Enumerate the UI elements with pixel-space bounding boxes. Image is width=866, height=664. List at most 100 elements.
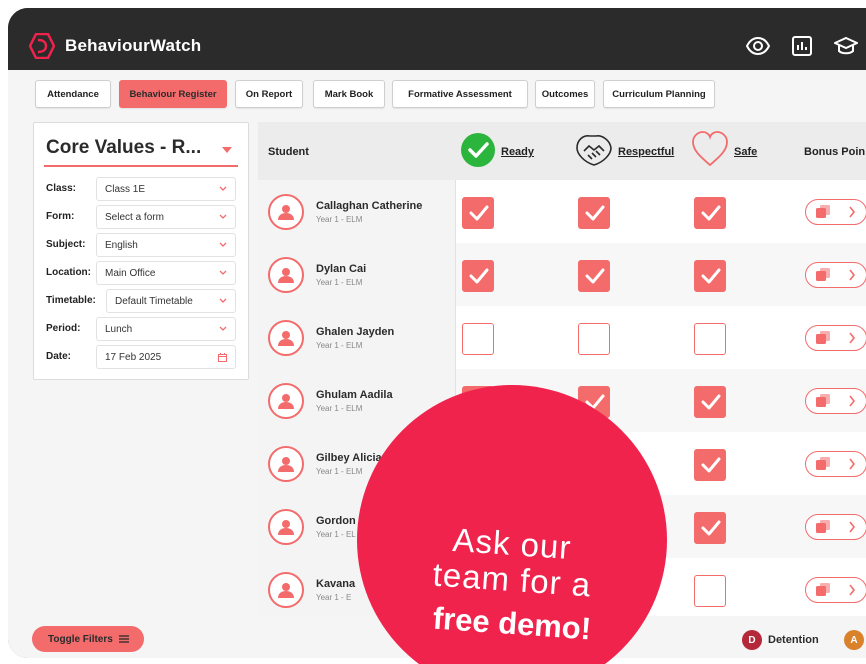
student-name[interactable]: Kavana: [316, 578, 355, 590]
safe-checkbox[interactable]: [694, 260, 726, 292]
filter-row-location: Location: Main Office: [34, 261, 248, 285]
table-row: Callaghan Catherine Year 1 - ELM: [258, 180, 866, 243]
behaviourwatch-logo-icon: [29, 33, 55, 59]
detention-badge: D: [742, 630, 762, 650]
eye-icon[interactable]: [746, 34, 770, 58]
date-value: 17 Feb 2025: [105, 352, 162, 363]
chevron-down-icon: [219, 326, 227, 331]
safe-checkbox[interactable]: [694, 197, 726, 229]
tab-formative-assessment[interactable]: Formative Assessment: [392, 80, 528, 108]
safe-checkbox[interactable]: [694, 449, 726, 481]
cards-stack-icon: [816, 331, 830, 344]
class-select[interactable]: Class 1E: [96, 177, 236, 201]
student-class: Year 1 - ELM: [316, 404, 363, 413]
avatar[interactable]: [268, 383, 304, 419]
select-value: Class 1E: [105, 184, 146, 195]
subject-select[interactable]: English: [96, 233, 236, 257]
tab-on-report[interactable]: On Report: [235, 80, 303, 108]
bonus-points-button[interactable]: [805, 577, 866, 603]
legend-badge-a: A: [844, 630, 864, 650]
user-icon: [278, 394, 294, 409]
cards-stack-icon: [816, 394, 830, 407]
bonus-points-button[interactable]: [805, 199, 866, 225]
chevron-down-icon: [219, 214, 227, 219]
student-name[interactable]: Dylan Cai: [316, 263, 366, 275]
chevron-right-icon: [849, 332, 856, 344]
safe-column-header[interactable]: Safe: [734, 146, 757, 158]
chevron-right-icon: [849, 521, 856, 533]
heart-icon: [692, 131, 728, 167]
filter-label: Form:: [46, 211, 75, 222]
period-select[interactable]: Lunch: [96, 317, 236, 341]
respectful-checkbox[interactable]: [578, 323, 610, 355]
avatar[interactable]: [268, 320, 304, 356]
chevron-right-icon: [849, 584, 856, 596]
bonus-points-button[interactable]: [805, 514, 866, 540]
student-name[interactable]: Ghalen Jayden: [316, 326, 394, 338]
filter-label: Location:: [46, 267, 91, 278]
avatar[interactable]: [268, 446, 304, 482]
ready-checkbox[interactable]: [462, 260, 494, 292]
safe-checkbox[interactable]: [694, 386, 726, 418]
bonus-points-button[interactable]: [805, 388, 866, 414]
avatar[interactable]: [268, 509, 304, 545]
student-name[interactable]: Callaghan Catherine: [316, 200, 422, 212]
chevron-down-icon[interactable]: [222, 147, 232, 153]
user-icon: [278, 457, 294, 472]
bonus-points-button[interactable]: [805, 262, 866, 288]
avatar[interactable]: [268, 257, 304, 293]
student-class: Year 1 - ELM: [316, 341, 363, 350]
calendar-icon[interactable]: [218, 353, 227, 362]
student-name[interactable]: Gilbey Alicia: [316, 452, 382, 464]
ready-checkbox[interactable]: [462, 323, 494, 355]
safe-checkbox[interactable]: [694, 512, 726, 544]
date-field[interactable]: 17 Feb 2025: [96, 345, 236, 369]
student-class: Year 1 - EL: [316, 530, 356, 539]
ready-column-header[interactable]: Ready: [501, 146, 534, 158]
filter-row-subject: Subject: English: [34, 233, 248, 257]
tab-behaviour-register[interactable]: Behaviour Register: [119, 80, 227, 108]
tab-attendance[interactable]: Attendance: [35, 80, 111, 108]
filter-label: Subject:: [46, 239, 86, 250]
cards-stack-icon: [816, 583, 830, 596]
tab-curriculum-planning[interactable]: Curriculum Planning: [603, 80, 715, 108]
tab-bar: Attendance Behaviour Register On Report …: [8, 70, 866, 114]
chevron-down-icon: [219, 242, 227, 247]
check-circle-icon: [461, 133, 495, 167]
cards-stack-icon: [816, 268, 830, 281]
location-select[interactable]: Main Office: [96, 261, 236, 285]
student-column-header: Student: [268, 146, 309, 158]
filter-title-underline: [44, 165, 238, 167]
tab-mark-book[interactable]: Mark Book: [313, 80, 385, 108]
tab-outcomes[interactable]: Outcomes: [535, 80, 595, 108]
chevron-right-icon: [849, 458, 856, 470]
safe-checkbox[interactable]: [694, 323, 726, 355]
form-select[interactable]: Select a form: [96, 205, 236, 229]
bonus-points-button[interactable]: [805, 325, 866, 351]
filter-label: Timetable:: [46, 295, 96, 306]
toggle-filters-button[interactable]: Toggle Filters: [32, 626, 144, 652]
graduation-cap-icon[interactable]: [834, 34, 858, 58]
chart-icon[interactable]: [790, 34, 814, 58]
respectful-column-header[interactable]: Respectful: [618, 146, 674, 158]
filter-label: Class:: [46, 183, 77, 194]
bonus-points-button[interactable]: [805, 451, 866, 477]
table-row: Dylan Cai Year 1 - ELM: [258, 243, 866, 306]
respectful-checkbox[interactable]: [578, 260, 610, 292]
avatar[interactable]: [268, 572, 304, 608]
select-value: Select a form: [105, 212, 164, 223]
safe-checkbox[interactable]: [694, 575, 726, 607]
avatar[interactable]: [268, 194, 304, 230]
student-class: Year 1 - ELM: [316, 467, 363, 476]
chevron-right-icon: [849, 206, 856, 218]
chevron-down-icon: [219, 186, 227, 191]
user-icon: [278, 331, 294, 346]
filter-title[interactable]: Core Values - R...: [46, 137, 201, 159]
timetable-select[interactable]: Default Timetable: [106, 289, 236, 313]
ready-checkbox[interactable]: [462, 197, 494, 229]
student-name[interactable]: Ghulam Aadila: [316, 389, 393, 401]
table-header: Student Ready Respectful Safe Bonus Poin: [258, 122, 866, 180]
respectful-checkbox[interactable]: [578, 197, 610, 229]
student-class: Year 1 - ELM: [316, 278, 363, 287]
chevron-right-icon: [849, 395, 856, 407]
